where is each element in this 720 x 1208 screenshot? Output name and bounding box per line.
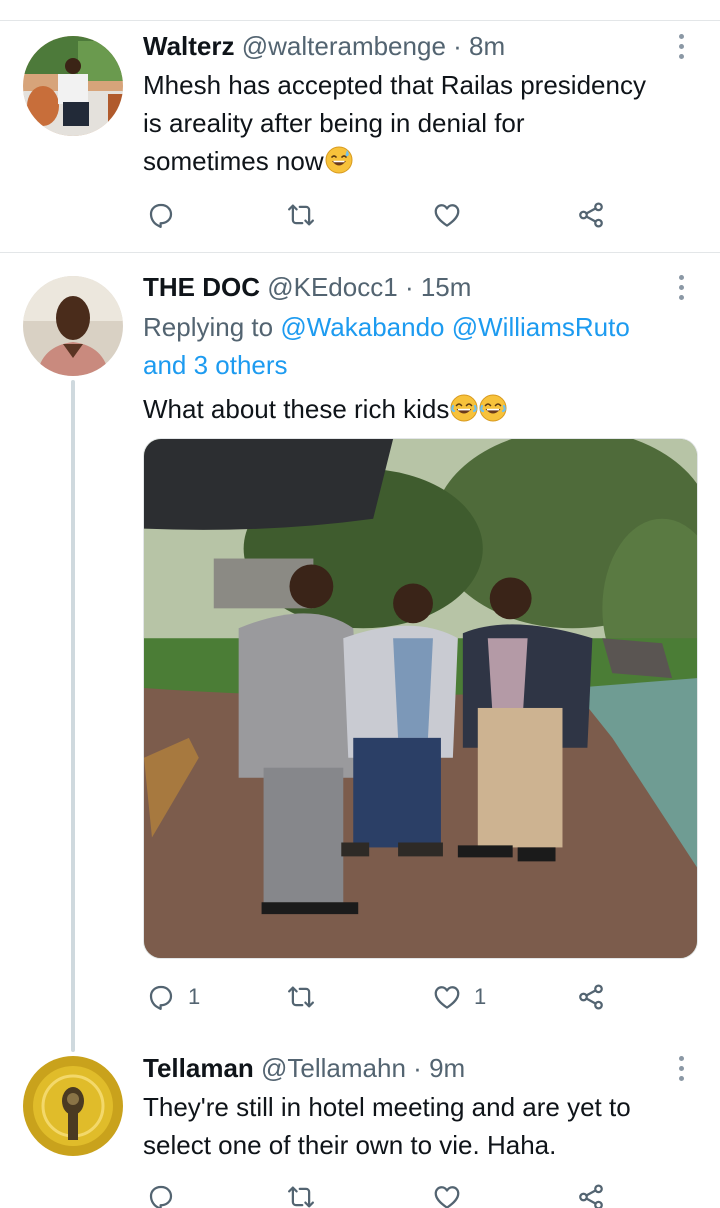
like-button[interactable] xyxy=(432,1180,474,1208)
share-icon xyxy=(576,982,606,1012)
separator-dot: · xyxy=(453,31,462,61)
separator-dot: · xyxy=(413,1053,422,1083)
display-name[interactable]: THE DOC xyxy=(143,272,260,302)
retweet-button[interactable] xyxy=(286,198,328,232)
like-button[interactable]: 1 xyxy=(432,980,486,1014)
user-handle[interactable]: @walterambenge xyxy=(242,31,446,61)
share-button[interactable] xyxy=(576,980,606,1014)
tweet-text-line: What about these rich kids xyxy=(143,394,450,424)
user-handle[interactable]: @KEdocc1 xyxy=(267,272,397,302)
display-name[interactable]: Tellaman xyxy=(143,1053,254,1083)
reply-icon xyxy=(146,1182,176,1208)
display-name[interactable]: Walterz xyxy=(143,31,235,61)
tweet-photo[interactable] xyxy=(143,438,698,959)
joy-emoji-icon xyxy=(450,394,478,422)
share-button[interactable] xyxy=(576,1180,606,1208)
sweat-smile-emoji-icon xyxy=(325,146,353,174)
user-handle[interactable]: @Tellamahn xyxy=(261,1053,406,1083)
retweet-button[interactable] xyxy=(286,980,328,1014)
timestamp[interactable]: 8m xyxy=(469,31,505,61)
tweet-text: They're still in hotel meeting and are y… xyxy=(143,1088,703,1164)
tweet-text-line: Mhesh has accepted that Railas presidenc… xyxy=(143,70,646,100)
retweet-icon xyxy=(286,1182,316,1208)
separator-dot: · xyxy=(404,272,414,302)
reply-button[interactable]: 1 xyxy=(146,980,200,1014)
mention-link[interactable]: @WilliamsRuto xyxy=(452,312,630,342)
share-icon xyxy=(576,200,606,230)
retweet-icon xyxy=(286,200,316,230)
tweet-text: Mhesh has accepted that Railas presidenc… xyxy=(143,66,703,180)
top-divider xyxy=(0,20,720,21)
reply-icon xyxy=(146,982,176,1012)
thread-line xyxy=(71,380,75,1052)
like-icon xyxy=(432,200,462,230)
avatar-walterz[interactable] xyxy=(23,36,123,136)
tweet-text-line: They're still in hotel meeting and are y… xyxy=(143,1092,631,1122)
more-options-icon[interactable] xyxy=(672,1054,692,1084)
reply-icon xyxy=(146,200,176,230)
share-icon xyxy=(576,1182,606,1208)
more-options-icon[interactable] xyxy=(672,273,692,303)
tweet-text-line: sometimes now xyxy=(143,146,324,176)
avatar-the-doc[interactable] xyxy=(23,276,123,376)
reply-button[interactable] xyxy=(146,198,188,232)
like-count: 1 xyxy=(474,984,487,1009)
tweet-text-line: select one of their own to vie. Haha. xyxy=(143,1130,557,1160)
tweet-divider xyxy=(0,252,720,253)
tweet-text: What about these rich kids xyxy=(143,390,703,428)
reply-count: 1 xyxy=(188,984,201,1009)
reply-button[interactable] xyxy=(146,1180,188,1208)
tweet-header: Tellaman @Tellamahn · 9m xyxy=(143,1052,465,1084)
replying-prefix: Replying to xyxy=(143,312,274,342)
like-button[interactable] xyxy=(432,198,474,232)
mention-link[interactable]: @Wakabando xyxy=(280,312,444,342)
replying-to: Replying to @Wakabando @WilliamsRuto and… xyxy=(143,308,703,384)
tweet-header: Walterz @walterambenge · 8m xyxy=(143,30,505,62)
timestamp[interactable]: 15m xyxy=(421,272,472,302)
like-icon xyxy=(432,982,462,1012)
tweet-text-line-group: sometimes now xyxy=(143,142,703,180)
retweet-icon xyxy=(286,982,316,1012)
share-button[interactable] xyxy=(576,198,606,232)
replying-more-link[interactable]: and 3 others xyxy=(143,346,703,384)
replying-to-line: Replying to @Wakabando @WilliamsRuto xyxy=(143,308,703,346)
joy-emoji-icon xyxy=(479,394,507,422)
avatar-tellaman[interactable] xyxy=(23,1056,123,1156)
tweet-header: THE DOC @KEdocc1 · 15m xyxy=(143,271,471,303)
like-icon xyxy=(432,1182,462,1208)
more-options-icon[interactable] xyxy=(672,32,692,62)
retweet-button[interactable] xyxy=(286,1180,328,1208)
tweet-text-line: is areality after being in denial for xyxy=(143,108,525,138)
timestamp[interactable]: 9m xyxy=(429,1053,465,1083)
